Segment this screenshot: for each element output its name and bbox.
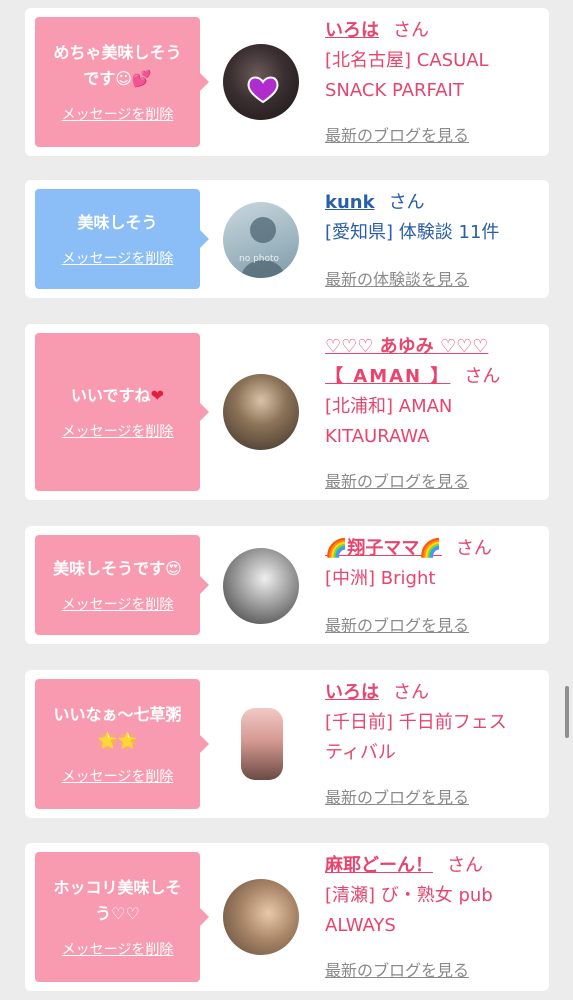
avatar[interactable] bbox=[241, 708, 283, 780]
honorific-label: さん bbox=[447, 855, 483, 876]
delete-message-link[interactable]: メッセージを削除 bbox=[62, 421, 174, 441]
sender-name-link[interactable]: いろは bbox=[325, 682, 379, 703]
latest-blog-link[interactable]: 最新のブログを見る bbox=[325, 122, 469, 146]
message-text: 美味しそうです😍 bbox=[53, 559, 182, 578]
message-card: 美味しそうです😍 メッセージを削除 🌈翔子ママ🌈 さん [中洲] Bright 最… bbox=[25, 526, 549, 644]
delete-message-link[interactable]: メッセージを削除 bbox=[62, 248, 174, 268]
avatar[interactable] bbox=[223, 879, 299, 955]
latest-review-link[interactable]: 最新の体験談を見る bbox=[325, 266, 469, 290]
heart-sticker-icon bbox=[247, 76, 279, 104]
message-card: ホッコリ美味しそ う♡♡ メッセージを削除 麻耶どーん！ さん [清瀬] び・熟女… bbox=[25, 843, 549, 991]
message-bubble: いいなぁ～七草粥 🌟🌟 メッセージを削除 bbox=[35, 679, 209, 809]
delete-message-link[interactable]: メッセージを削除 bbox=[62, 939, 174, 959]
sender-info: いろは さん [北名古屋] CASUAL SNACK PARFAIT bbox=[325, 16, 543, 106]
shop-label: [北浦和] AMAN KITAURAWA bbox=[325, 396, 453, 447]
sender-info: 🌈翔子ママ🌈 さん [中洲] Bright bbox=[325, 534, 543, 594]
latest-blog-link[interactable]: 最新のブログを見る bbox=[325, 957, 469, 981]
honorific-label: さん bbox=[388, 192, 425, 213]
sender-info: kunk さん [愛知県] 体験談 11件 bbox=[325, 188, 543, 248]
scrollbar-thumb[interactable] bbox=[565, 686, 569, 738]
message-text: いいですね❤ bbox=[71, 386, 164, 405]
sender-info: ♡♡♡ あゆみ ♡♡♡ 【 AMAN 】さん [北浦和] AMAN KITAUR… bbox=[325, 332, 549, 452]
avatar[interactable] bbox=[223, 374, 299, 450]
shop-label: [千日前] 千日前フェス ティバル bbox=[325, 712, 507, 763]
message-text: ホッコリ美味しそ う♡♡ bbox=[53, 878, 182, 923]
honorific-label: さん bbox=[455, 538, 492, 559]
message-text: めちゃ美味しそう です☺💕 bbox=[53, 43, 182, 88]
shop-label: [北名古屋] CASUAL SNACK PARFAIT bbox=[325, 50, 489, 101]
shop-label: [清瀬] び・熟女 pub ALWAYS bbox=[325, 885, 493, 936]
message-bubble: 美味しそうです😍 メッセージを削除 bbox=[35, 535, 209, 635]
delete-message-link[interactable]: メッセージを削除 bbox=[62, 766, 174, 786]
message-bubble: めちゃ美味しそう です☺💕 メッセージを削除 bbox=[35, 17, 209, 147]
message-card: いいですね❤ メッセージを削除 ♡♡♡ あゆみ ♡♡♡ 【 AMAN 】さん [… bbox=[25, 324, 549, 500]
delete-message-link[interactable]: メッセージを削除 bbox=[62, 104, 174, 124]
avatar[interactable] bbox=[223, 548, 299, 624]
no-photo-caption: no photo bbox=[239, 254, 280, 264]
sender-name-link[interactable]: kunk bbox=[325, 192, 375, 213]
person-silhouette-icon bbox=[241, 217, 285, 278]
shop-label: [中洲] Bright bbox=[325, 568, 436, 589]
message-text: いいなぁ～七草粥 🌟🌟 bbox=[53, 705, 182, 750]
sender-name-link[interactable]: ♡♡♡ あゆみ ♡♡♡ bbox=[325, 336, 488, 357]
message-card: いいなぁ～七草粥 🌟🌟 メッセージを削除 いろは さん [千日前] 千日前フェス … bbox=[25, 670, 549, 818]
honorific-label: さん bbox=[393, 20, 429, 41]
sender-name-link-line2[interactable]: 【 AMAN 】 bbox=[325, 366, 450, 387]
avatar[interactable]: no photo bbox=[223, 202, 299, 278]
message-card: めちゃ美味しそう です☺💕 メッセージを削除 いろは さん [北名古屋] CASU… bbox=[25, 8, 549, 156]
sender-name-link[interactable]: 麻耶どーん！ bbox=[325, 855, 433, 876]
latest-blog-link[interactable]: 最新のブログを見る bbox=[325, 784, 469, 808]
delete-message-link[interactable]: メッセージを削除 bbox=[62, 594, 174, 614]
latest-blog-link[interactable]: 最新のブログを見る bbox=[325, 468, 469, 492]
sender-name-link[interactable]: 🌈翔子ママ🌈 bbox=[325, 538, 442, 559]
sender-name-link[interactable]: いろは bbox=[325, 20, 379, 41]
message-bubble: 美味しそう メッセージを削除 bbox=[35, 189, 209, 289]
message-bubble: いいですね❤ メッセージを削除 bbox=[35, 333, 209, 491]
avatar[interactable] bbox=[223, 44, 299, 120]
message-card: 美味しそう メッセージを削除 no photo kunk さん [愛知県] 体験談… bbox=[25, 180, 549, 298]
sender-info: 麻耶どーん！ さん [清瀬] び・熟女 pub ALWAYS bbox=[325, 851, 543, 941]
honorific-label: さん bbox=[464, 366, 501, 387]
heart-icon: ❤ bbox=[150, 386, 164, 405]
honorific-label: さん bbox=[393, 682, 429, 703]
message-bubble: ホッコリ美味しそ う♡♡ メッセージを削除 bbox=[35, 852, 209, 982]
message-text: 美味しそう bbox=[77, 213, 158, 232]
latest-blog-link[interactable]: 最新のブログを見る bbox=[325, 612, 469, 636]
sender-info: いろは さん [千日前] 千日前フェス ティバル bbox=[325, 678, 543, 768]
shop-label: [愛知県] 体験談 11件 bbox=[325, 222, 500, 243]
